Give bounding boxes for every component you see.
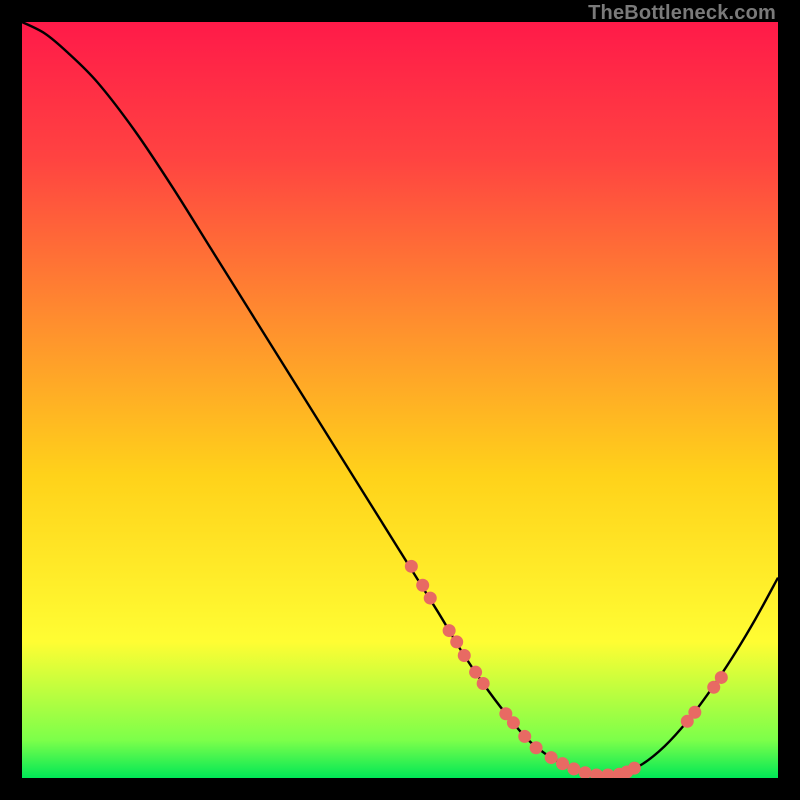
watermark-text: TheBottleneck.com: [588, 2, 776, 25]
marker-point: [477, 677, 490, 690]
marker-point: [469, 666, 482, 679]
marker-point: [556, 757, 569, 770]
plot-background: [22, 22, 778, 778]
chart-frame: [22, 22, 778, 778]
marker-point: [715, 671, 728, 684]
bottleneck-chart: [22, 22, 778, 778]
marker-point: [688, 706, 701, 719]
marker-point: [405, 560, 418, 573]
marker-point: [416, 579, 429, 592]
marker-point: [450, 635, 463, 648]
marker-point: [424, 592, 437, 605]
marker-point: [443, 624, 456, 637]
marker-point: [458, 649, 471, 662]
marker-point: [507, 716, 520, 729]
marker-point: [567, 762, 580, 775]
marker-point: [628, 762, 641, 775]
marker-point: [518, 730, 531, 743]
marker-point: [530, 741, 543, 754]
marker-point: [545, 751, 558, 764]
